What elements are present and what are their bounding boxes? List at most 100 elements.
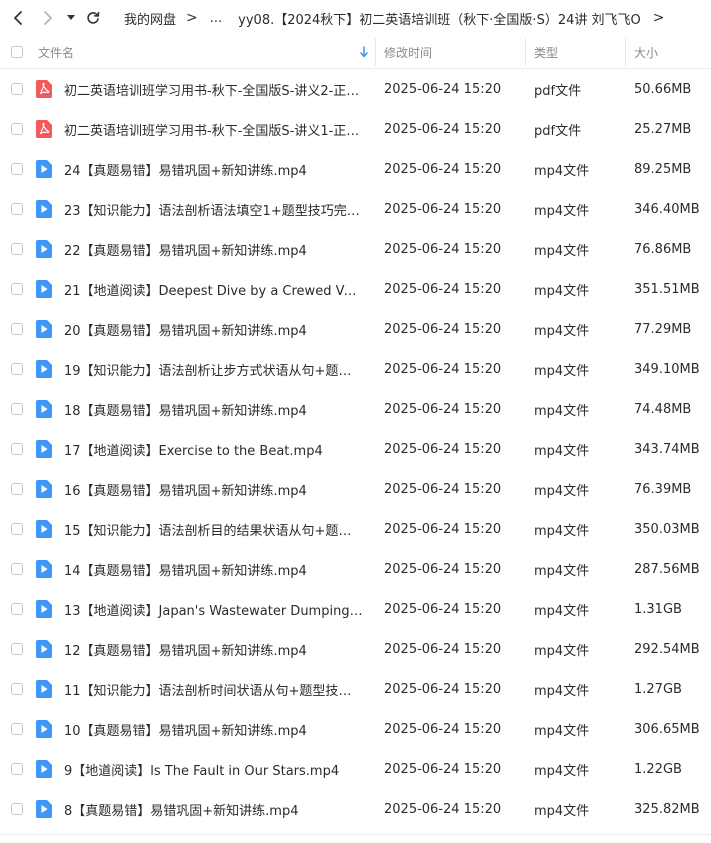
video-file-icon [36,760,52,778]
row-checkbox-cell[interactable] [11,269,23,309]
row-checkbox-cell[interactable] [11,469,23,509]
sort-arrow-icon[interactable] [360,36,368,68]
row-checkbox-cell[interactable] [11,69,23,109]
file-row[interactable]: 10【真题易错】易错巩固+新知讲练.mp4 2025-06-24 15:20 m… [0,709,711,749]
back-button[interactable] [8,8,28,28]
file-name[interactable]: 8【真题易错】易错巩固+新知讲练.mp4 [64,789,364,829]
column-divider[interactable] [525,38,526,66]
file-type: mp4文件 [534,269,589,309]
file-row[interactable]: 23【知识能力】语法剖析语法填空1+题型技巧完形填... 2025-06-24 … [0,189,711,229]
file-row[interactable]: 16【真题易错】易错巩固+新知讲练.mp4 2025-06-24 15:20 m… [0,469,711,509]
file-name[interactable]: 初二英语培训班学习用书-秋下-全国版S-讲义1-正文.pdf [64,109,364,149]
breadcrumb-item-current[interactable]: yy08.【2024秋下】初二英语培训班（秋下·全国版·S）24讲 刘飞飞O [238,9,641,28]
file-name[interactable]: 23【知识能力】语法剖析语法填空1+题型技巧完形填... [64,189,364,229]
row-checkbox[interactable] [11,603,23,615]
pdf-file-icon [36,120,52,138]
column-divider[interactable] [375,38,376,66]
row-checkbox[interactable] [11,723,23,735]
breadcrumb-item-ellipsis[interactable]: ... [210,11,222,26]
row-checkbox-cell[interactable] [11,309,23,349]
row-checkbox-cell[interactable] [11,389,23,429]
select-all-checkbox-cell[interactable] [11,36,23,68]
file-name-text: 11【知识能力】语法剖析时间状语从句+题型技巧阅读... [64,683,364,699]
file-row[interactable]: 15【知识能力】语法剖析目的结果状语从句+题型技巧... 2025-06-24 … [0,509,711,549]
file-name[interactable]: 22【真题易错】易错巩固+新知讲练.mp4 [64,229,364,269]
row-checkbox[interactable] [11,323,23,335]
column-header-type[interactable]: 类型 [534,36,558,68]
file-row[interactable]: 21【地道阅读】Deepest Dive by a Crewed Vessel.… [0,269,711,309]
forward-button[interactable] [38,8,58,28]
row-checkbox-cell[interactable] [11,229,23,269]
file-row[interactable]: 24【真题易错】易错巩固+新知讲练.mp4 2025-06-24 15:20 m… [0,149,711,189]
file-row[interactable]: 17【地道阅读】Exercise to the Beat.mp4 2025-06… [0,429,711,469]
row-checkbox[interactable] [11,643,23,655]
file-date-text: 2025-06-24 15:20 [384,641,502,657]
row-checkbox[interactable] [11,443,23,455]
file-row[interactable]: 13【地道阅读】Japan's Wastewater Dumping Deci.… [0,589,711,629]
file-name[interactable]: 19【知识能力】语法剖析让步方式状语从句+题型技巧... [64,349,364,389]
row-checkbox-cell[interactable] [11,429,23,469]
row-checkbox[interactable] [11,203,23,215]
file-row[interactable]: 22【真题易错】易错巩固+新知讲练.mp4 2025-06-24 15:20 m… [0,229,711,269]
row-checkbox-cell[interactable] [11,149,23,189]
row-checkbox[interactable] [11,563,23,575]
file-row[interactable]: 11【知识能力】语法剖析时间状语从句+题型技巧阅读... 2025-06-24 … [0,669,711,709]
row-checkbox[interactable] [11,283,23,295]
file-row[interactable]: 9【地道阅读】ls The Fault in Our Stars.mp4 202… [0,749,711,789]
file-name[interactable]: 10【真题易错】易错巩固+新知讲练.mp4 [64,709,364,749]
row-checkbox-cell[interactable] [11,349,23,389]
file-type: mp4文件 [534,749,589,789]
file-name[interactable]: 24【真题易错】易错巩固+新知讲练.mp4 [64,149,364,189]
file-row[interactable]: 初二英语培训班学习用书-秋下-全国版S-讲义1-正文.pdf 2025-06-2… [0,109,711,149]
file-name[interactable]: 12【真题易错】易错巩固+新知讲练.mp4 [64,629,364,669]
row-checkbox[interactable] [11,483,23,495]
row-checkbox-cell[interactable] [11,629,23,669]
history-dropdown-button[interactable] [64,8,78,28]
column-divider[interactable] [625,38,626,66]
select-all-checkbox[interactable] [11,46,23,58]
row-checkbox[interactable] [11,803,23,815]
row-checkbox-cell[interactable] [11,109,23,149]
file-row[interactable]: 19【知识能力】语法剖析让步方式状语从句+题型技巧... 2025-06-24 … [0,349,711,389]
file-name[interactable]: 初二英语培训班学习用书-秋下-全国版S-讲义2-正文.pdf [64,69,364,109]
row-checkbox-cell[interactable] [11,509,23,549]
file-row[interactable]: 初二英语培训班学习用书-秋下-全国版S-讲义2-正文.pdf 2025-06-2… [0,69,711,109]
row-checkbox[interactable] [11,523,23,535]
column-header-date[interactable]: 修改时间 [384,36,432,68]
file-name[interactable]: 16【真题易错】易错巩固+新知讲练.mp4 [64,469,364,509]
column-header-name[interactable]: 文件名 [38,36,74,68]
file-row[interactable]: 12【真题易错】易错巩固+新知讲练.mp4 2025-06-24 15:20 m… [0,629,711,669]
row-checkbox-cell[interactable] [11,709,23,749]
file-name[interactable]: 11【知识能力】语法剖析时间状语从句+题型技巧阅读... [64,669,364,709]
row-checkbox-cell[interactable] [11,189,23,229]
file-row[interactable]: 8【真题易错】易错巩固+新知讲练.mp4 2025-06-24 15:20 mp… [0,789,711,829]
file-date-text: 2025-06-24 15:20 [384,281,502,297]
file-name[interactable]: 13【地道阅读】Japan's Wastewater Dumping Deci.… [64,589,364,629]
row-checkbox[interactable] [11,243,23,255]
refresh-button[interactable] [84,8,102,28]
row-checkbox-cell[interactable] [11,549,23,589]
column-header-size[interactable]: 大小 [634,36,658,68]
file-name[interactable]: 20【真题易错】易错巩固+新知讲练.mp4 [64,309,364,349]
row-checkbox[interactable] [11,763,23,775]
breadcrumb-item-root[interactable]: 我的网盘 [124,9,176,28]
file-row[interactable]: 18【真题易错】易错巩固+新知讲练.mp4 2025-06-24 15:20 m… [0,389,711,429]
row-checkbox[interactable] [11,683,23,695]
row-checkbox[interactable] [11,123,23,135]
row-checkbox[interactable] [11,363,23,375]
row-checkbox-cell[interactable] [11,669,23,709]
row-checkbox-cell[interactable] [11,589,23,629]
file-name[interactable]: 9【地道阅读】ls The Fault in Our Stars.mp4 [64,749,364,789]
file-row[interactable]: 20【真题易错】易错巩固+新知讲练.mp4 2025-06-24 15:20 m… [0,309,711,349]
row-checkbox[interactable] [11,163,23,175]
file-name[interactable]: 18【真题易错】易错巩固+新知讲练.mp4 [64,389,364,429]
file-row[interactable]: 14【真题易错】易错巩固+新知讲练.mp4 2025-06-24 15:20 m… [0,549,711,589]
file-name[interactable]: 15【知识能力】语法剖析目的结果状语从句+题型技巧... [64,509,364,549]
row-checkbox[interactable] [11,403,23,415]
file-name[interactable]: 14【真题易错】易错巩固+新知讲练.mp4 [64,549,364,589]
file-name[interactable]: 21【地道阅读】Deepest Dive by a Crewed Vessel.… [64,269,364,309]
row-checkbox-cell[interactable] [11,749,23,789]
row-checkbox-cell[interactable] [11,789,23,829]
file-name[interactable]: 17【地道阅读】Exercise to the Beat.mp4 [64,429,364,469]
row-checkbox[interactable] [11,83,23,95]
